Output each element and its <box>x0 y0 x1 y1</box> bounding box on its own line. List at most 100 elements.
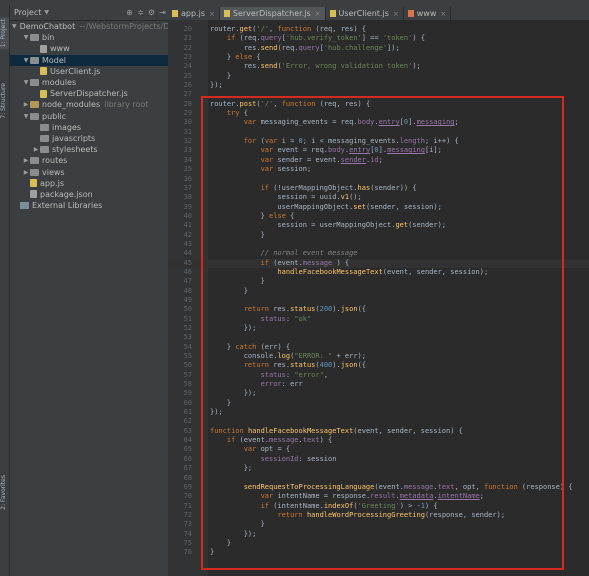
code-text: if (intentName.indexOf('Greeting') > -1)… <box>260 501 438 510</box>
code-line: 46 handleFacebookMessageText(event, send… <box>168 268 589 277</box>
line-number: 40 <box>183 211 192 220</box>
tree-item[interactable]: ▶ node_modules library root <box>10 99 168 110</box>
line-number: 57 <box>183 370 192 379</box>
js-file-icon <box>223 10 230 17</box>
code-line: 70 var intentName = response.result.meta… <box>168 492 589 501</box>
chevron-right-icon[interactable]: ▶ <box>22 101 30 108</box>
tree-item[interactable]: ▼ Model <box>10 54 168 66</box>
chevron-down-icon[interactable]: ▼ <box>44 9 49 16</box>
line-number: 71 <box>183 501 192 510</box>
favorites-tool-button[interactable]: 2: Favorites <box>0 475 9 510</box>
editor-tab[interactable]: www × <box>404 7 452 20</box>
collapse-icon[interactable]: ≑ <box>135 8 146 17</box>
editor-tab[interactable]: app.js × <box>168 7 220 20</box>
tree-item[interactable]: ▼ bin <box>10 32 168 43</box>
line-number: 65 <box>183 445 192 454</box>
code-line: 50 return res.status(200).json({ <box>168 305 589 314</box>
line-number: 38 <box>183 193 192 202</box>
code-line: 60 } <box>168 399 589 408</box>
close-icon[interactable]: × <box>440 10 446 18</box>
tree-item[interactable]: ▼ public <box>10 111 168 122</box>
target-icon[interactable]: ⊕ <box>124 8 135 17</box>
code-line: 57 status: "error", <box>168 371 589 380</box>
chevron-down-icon[interactable]: ▼ <box>12 23 17 30</box>
code-line: 62 <box>168 417 589 426</box>
line-number: 53 <box>183 333 192 342</box>
folder-icon <box>40 134 49 142</box>
tree-item-label: views <box>42 167 65 177</box>
tree-item[interactable]: package.json <box>10 189 168 200</box>
line-number: 25 <box>183 71 192 80</box>
code-line: 39 userMappingObject.set(sender, session… <box>168 203 589 212</box>
tree-item-label: bin <box>42 33 55 43</box>
line-number: 33 <box>183 146 192 155</box>
close-icon[interactable]: × <box>315 10 321 18</box>
tree-item[interactable]: ▶ routes <box>10 155 168 166</box>
project-tool-button[interactable]: 1: Project <box>0 17 9 50</box>
code-text: var opt = { <box>243 445 291 454</box>
code-text: session = uuid.v1(); <box>210 193 362 202</box>
hide-icon[interactable]: ⇥ <box>157 8 168 17</box>
code-editor[interactable]: 20 router.get('/', function (req, res) {2… <box>168 20 589 576</box>
line-number: 59 <box>183 389 192 398</box>
code-text: } catch (err) { <box>210 342 291 351</box>
code-line: 73 } <box>168 520 589 529</box>
tree-item[interactable]: ▶ views <box>10 166 168 177</box>
code-line: 36 <box>168 175 589 184</box>
close-icon[interactable]: × <box>393 10 399 18</box>
code-text: status: "error", <box>260 370 329 379</box>
tree-item[interactable]: images <box>10 122 168 133</box>
tree-item[interactable]: ▶ stylesheets <box>10 144 168 155</box>
code-line: 71 if (intentName.indexOf('Greeting') > … <box>168 502 589 511</box>
code-text: } <box>210 230 265 239</box>
code-line: 56 return res.status(400).json({ <box>168 361 589 370</box>
line-number: 75 <box>183 538 192 547</box>
code-line: 66 sessionId: session <box>168 455 589 464</box>
code-line: 63 function handleFacebookMessageText(eve… <box>168 427 589 436</box>
code-text: router.post('/', function (req, res) { <box>210 99 371 108</box>
tree-item[interactable]: ServerDispatcher.js <box>10 88 168 99</box>
code-line: 51 status: "ok" <box>168 315 589 324</box>
line-number: 62 <box>183 417 192 426</box>
project-panel-title[interactable]: Project <box>14 8 41 17</box>
line-number: 41 <box>183 221 192 230</box>
editor-tab[interactable]: UserClient.js × <box>326 7 404 20</box>
code-text: var sender = event.sender.id; <box>260 155 383 164</box>
code-text: var intentName = response.result.metadat… <box>260 492 484 501</box>
line-number: 32 <box>183 137 192 146</box>
chevron-right-icon[interactable]: ▶ <box>32 146 40 153</box>
code-text: }); <box>210 81 223 90</box>
chevron-down-icon[interactable]: ▼ <box>22 113 30 120</box>
structure-tool-button[interactable]: 7: Structure <box>0 83 9 119</box>
project-tree: ▼ DemoChatbot ~/WebstormProjects/Dem ▼ bin ww… <box>10 21 182 211</box>
tree-item[interactable]: javascripts <box>10 133 168 144</box>
gear-icon[interactable]: ⚙ <box>146 8 157 17</box>
chevron-down-icon[interactable]: ▼ <box>22 79 30 86</box>
close-icon[interactable]: × <box>209 10 215 18</box>
tree-item[interactable]: www <box>10 43 168 54</box>
editor-tab[interactable]: ServerDispatcher.js × <box>219 7 326 20</box>
tree-item[interactable]: UserClient.js <box>10 66 168 77</box>
tree-item[interactable]: ▼ modules <box>10 77 168 88</box>
line-number: 73 <box>183 520 192 529</box>
line-number: 64 <box>183 436 192 445</box>
code-line: 22 res.send(req.query['hub.challenge']); <box>168 44 589 53</box>
tab-label: app.js <box>181 9 205 18</box>
line-number: 20 <box>183 25 192 33</box>
tree-item-label: public <box>42 111 67 121</box>
chevron-right-icon[interactable]: ▶ <box>22 157 30 164</box>
chevron-right-icon[interactable]: ▶ <box>22 169 30 176</box>
folder-icon <box>40 123 49 131</box>
line-number: 76 <box>183 548 192 557</box>
tree-item[interactable]: ▼ DemoChatbot ~/WebstormProjects/Dem <box>10 21 182 32</box>
tree-item-label: ServerDispatcher.js <box>50 89 128 99</box>
line-number: 50 <box>183 305 192 314</box>
chevron-down-icon[interactable]: ▼ <box>22 34 30 41</box>
line-number: 30 <box>183 118 192 127</box>
tab-label: ServerDispatcher.js <box>232 9 311 18</box>
line-number: 51 <box>183 314 192 323</box>
file-icon <box>40 44 47 53</box>
tree-item[interactable]: app.js <box>10 178 168 189</box>
chevron-down-icon[interactable]: ▼ <box>22 57 30 64</box>
tree-item[interactable]: External Libraries <box>10 200 168 211</box>
